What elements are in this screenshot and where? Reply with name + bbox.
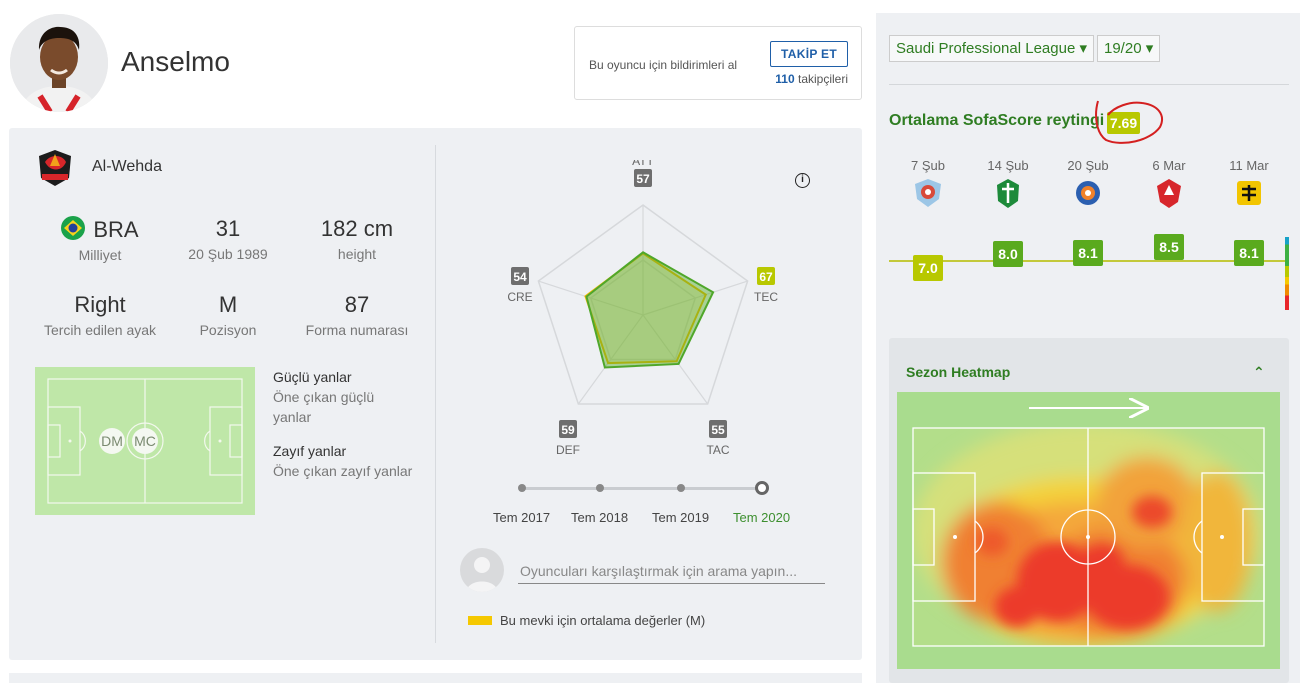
- follow-notification-text: Bu oyuncu için bildirimleri al: [589, 58, 738, 72]
- radar-player-polygon: [585, 251, 715, 369]
- attribute-radar-chart: 57 ATT 67 TEC 55 TAC 59 DEF 54 CRE: [507, 160, 778, 457]
- stat-age: 31 20 Şub 1989: [158, 216, 298, 262]
- position-marker-mc: MC: [132, 428, 158, 454]
- position-label: Pozisyon: [199, 322, 257, 338]
- next-panel-edge: [9, 673, 862, 683]
- match-date-2: 14 Şub: [987, 158, 1029, 173]
- brazil-flag-icon: [61, 216, 86, 240]
- attr-label-tac: TAC: [706, 443, 729, 457]
- strengths-text: Öne çıkan güçlü yanlar: [273, 389, 375, 425]
- season-label-2019[interactable]: Tem 2019: [652, 510, 709, 525]
- weaknesses-text: Öne çıkan zayıf yanlar: [273, 463, 413, 479]
- match-rating-3[interactable]: 8.1: [1073, 239, 1103, 266]
- heatmap-collapse-icon[interactable]: ⌃: [1253, 364, 1265, 381]
- season-label-2017[interactable]: Tem 2017: [493, 510, 550, 525]
- season-select[interactable]: 19/20 ▾: [1097, 35, 1161, 62]
- attr-label-def: DEF: [556, 443, 580, 457]
- match-date-5: 11 Mar: [1229, 158, 1269, 173]
- season-dot-2018[interactable]: [596, 484, 604, 492]
- match-rating-4[interactable]: 8.5: [1154, 234, 1184, 260]
- foot-label: Tercih edilen ayak: [43, 322, 157, 338]
- weaknesses-title: Zayıf yanlar: [273, 443, 347, 459]
- age-value: 31: [215, 216, 241, 241]
- match-rating-2[interactable]: 8.0: [993, 241, 1023, 267]
- follower-count-label: takipçileri: [797, 72, 848, 86]
- nationality-value: BRA: [30, 216, 170, 243]
- opponent-logo-icon[interactable]: [993, 177, 1023, 209]
- season-dot-2017[interactable]: [518, 484, 526, 492]
- follower-count: 110 takipçileri: [775, 72, 848, 86]
- nationality-label: Milliyet: [78, 247, 122, 263]
- follow-card: Bu oyuncu için bildirimleri al TAKİP ET …: [574, 26, 862, 100]
- player-avatar: [10, 14, 108, 112]
- panel-divider: [435, 145, 436, 643]
- match-date-3: 20 Şub: [1067, 158, 1109, 173]
- tournament-select[interactable]: Saudi Professional League ▾: [889, 35, 1094, 62]
- stat-height: 182 cm height: [287, 216, 427, 262]
- stat-nationality: BRA Milliyet: [30, 216, 170, 263]
- season-heatmap: [897, 392, 1280, 669]
- foot-value: Right: [74, 292, 126, 317]
- stat-position: M Pozisyon: [158, 292, 298, 338]
- sidebar-divider: [889, 84, 1289, 85]
- rating-color-scale: [1285, 237, 1289, 310]
- attr-label-tec: TEC: [754, 290, 778, 304]
- opponent-logo-icon[interactable]: [1073, 177, 1103, 209]
- season-timeline: [522, 487, 762, 490]
- birth-date: 20 Şub 1989: [188, 246, 268, 262]
- opponent-logo-icon[interactable]: [1154, 177, 1184, 209]
- average-legend-label: Bu mevki için ortalama değerler (M): [500, 613, 706, 628]
- season-label-2020[interactable]: Tem 2020: [733, 510, 790, 525]
- height-value: 182 cm: [320, 216, 394, 241]
- match-rating-5[interactable]: 8.1: [1234, 239, 1264, 266]
- red-circle-annotation: [1095, 100, 1163, 144]
- attr-value-cre: 54: [513, 270, 527, 284]
- follow-button[interactable]: TAKİP ET: [770, 41, 848, 67]
- compare-search-input[interactable]: [518, 558, 825, 584]
- info-icon[interactable]: i: [795, 173, 810, 188]
- season-dot-2019[interactable]: [677, 484, 685, 492]
- shirt-number-label: Forma numarası: [305, 322, 409, 338]
- club-logo-icon[interactable]: [36, 148, 74, 188]
- nationality-code: BRA: [93, 217, 139, 242]
- season-dot-2020[interactable]: [755, 481, 769, 495]
- club-name-link[interactable]: Al-Wehda: [92, 158, 162, 176]
- attr-label-att: ATT: [632, 160, 654, 168]
- average-legend-swatch: [468, 616, 492, 625]
- compare-player-avatar-icon: [460, 548, 504, 592]
- match-rating-1[interactable]: 7.0: [913, 255, 943, 281]
- position-value: M: [218, 292, 238, 317]
- shirt-number-value: 87: [344, 292, 370, 317]
- attr-value-tec: 67: [759, 270, 773, 284]
- attr-value-tac: 55: [711, 423, 725, 437]
- strengths-title: Güçlü yanlar: [273, 369, 352, 385]
- height-label: height: [337, 246, 377, 262]
- match-date-4: 6 Mar: [1152, 158, 1186, 173]
- attr-value-att: 57: [636, 172, 650, 186]
- attr-label-cre: CRE: [507, 290, 532, 304]
- player-name: Anselmo: [121, 46, 230, 77]
- stat-foot: Right Tercih edilen ayak: [30, 292, 170, 338]
- heatmap-title: Sezon Heatmap: [906, 364, 1011, 380]
- match-date-1: 7 Şub: [911, 158, 945, 173]
- opponent-logo-icon[interactable]: [1234, 177, 1264, 209]
- position-pitch: DM MC: [35, 367, 255, 515]
- attr-value-def: 59: [561, 423, 575, 437]
- follower-count-value: 110: [775, 72, 795, 86]
- opponent-logo-icon[interactable]: [913, 177, 943, 209]
- season-label-2018[interactable]: Tem 2018: [571, 510, 628, 525]
- position-marker-dm: DM: [99, 428, 125, 454]
- average-rating-title: Ortalama SofaScore reytingi: [889, 112, 1105, 129]
- stat-shirt-number: 87 Forma numarası: [287, 292, 427, 338]
